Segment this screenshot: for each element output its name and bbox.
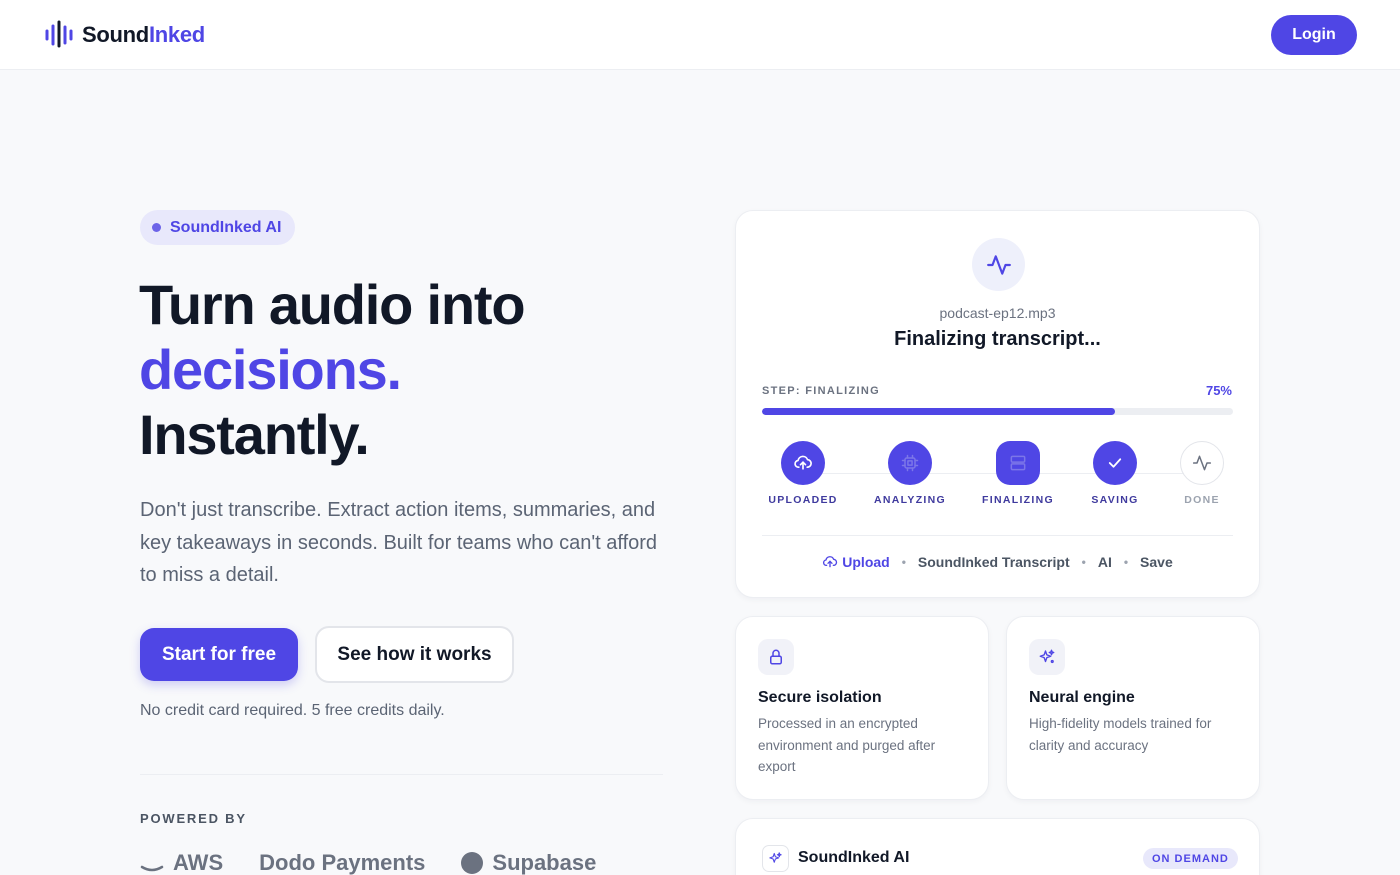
logo[interactable]: SoundInked bbox=[44, 20, 205, 50]
see-how-it-works-button[interactable]: See how it works bbox=[315, 626, 514, 683]
transcription-progress-card: podcast-ep12.mp3 Finalizing transcript..… bbox=[735, 210, 1260, 598]
partner-logos: AWS Dodo Payments Supabase bbox=[140, 850, 596, 875]
step-saving: SAVING bbox=[1070, 441, 1160, 506]
aws-smile-icon bbox=[140, 865, 164, 872]
step-analyzing-label: ANALYZING bbox=[874, 494, 946, 506]
step-label: STEP: FINALIZING bbox=[762, 385, 880, 397]
pipeline-breadcrumb: Upload • SoundInked Transcript • AI • Sa… bbox=[736, 554, 1259, 570]
feature-description: Processed in an encrypted environment an… bbox=[758, 716, 936, 774]
progress-percent: 75% bbox=[1205, 383, 1232, 398]
step-finalizing-label: FINALIZING bbox=[982, 494, 1054, 506]
partner-aws-label: AWS bbox=[173, 850, 224, 875]
partner-dodo: Dodo Payments bbox=[259, 850, 425, 875]
partner-supabase: Supabase bbox=[461, 850, 596, 875]
fine-print: No credit card required. 5 free credits … bbox=[140, 702, 445, 719]
headline-line-3: Instantly. bbox=[139, 403, 370, 466]
start-for-free-button[interactable]: Start for free bbox=[140, 628, 298, 681]
sparkles-icon bbox=[762, 845, 789, 872]
partner-supabase-label: Supabase bbox=[492, 850, 597, 875]
hero-headline: Turn audio into decisions. Instantly. bbox=[139, 272, 526, 467]
divider bbox=[140, 774, 663, 775]
progress-bar-fill bbox=[762, 408, 1116, 415]
pipeline-save: Save bbox=[1140, 554, 1173, 570]
pipeline-ai: AI bbox=[1097, 554, 1112, 570]
headline-line-1: Turn audio into bbox=[139, 273, 526, 336]
step-done: DONE bbox=[1157, 441, 1247, 506]
cloud-upload-icon bbox=[823, 556, 838, 568]
file-name: podcast-ep12.mp3 bbox=[939, 305, 1056, 321]
on-demand-badge: ON DEMAND bbox=[1143, 848, 1238, 869]
activity-icon bbox=[1180, 441, 1224, 485]
progress-bar bbox=[762, 408, 1233, 415]
headline-line-2: decisions. bbox=[139, 338, 402, 401]
step-analyzing: ANALYZING bbox=[865, 441, 955, 506]
partner-dodo-label: Dodo Payments bbox=[259, 850, 426, 875]
partner-aws: AWS bbox=[140, 850, 223, 875]
status-title: Finalizing transcript... bbox=[894, 328, 1101, 350]
check-icon bbox=[1093, 441, 1137, 485]
feature-description: High-fidelity models trained for clarity… bbox=[1029, 716, 1212, 753]
cloud-upload-icon bbox=[781, 441, 825, 485]
supabase-icon bbox=[461, 852, 484, 874]
feature-card-secure: Secure isolation Processed in an encrypt… bbox=[735, 616, 989, 800]
pipeline-transcript: SoundInked Transcript bbox=[917, 554, 1070, 570]
step-finalizing: FINALIZING bbox=[973, 441, 1063, 506]
cpu-icon bbox=[888, 441, 932, 485]
ai-card: SoundInked AI ON DEMAND bbox=[735, 818, 1260, 875]
waveform-icon bbox=[45, 20, 73, 48]
sparkles-icon bbox=[1029, 639, 1065, 675]
pipeline-upload: Upload bbox=[822, 554, 890, 570]
pipeline-separator: • bbox=[1123, 555, 1129, 569]
powered-by-label: POWERED BY bbox=[140, 811, 247, 826]
login-button[interactable]: Login bbox=[1271, 15, 1357, 55]
pipeline-separator: • bbox=[901, 555, 906, 569]
step-done-label: DONE bbox=[1184, 494, 1220, 506]
lock-icon bbox=[758, 639, 794, 675]
badge-label: SoundInked AI bbox=[170, 218, 282, 236]
feature-card-neural: Neural engine High-fidelity models train… bbox=[1006, 616, 1260, 800]
product-badge: SoundInked AI bbox=[140, 210, 296, 245]
ai-card-title: SoundInked AI bbox=[798, 849, 910, 866]
activity-icon bbox=[972, 238, 1025, 291]
pipeline-separator: • bbox=[1081, 555, 1086, 569]
badge-dot bbox=[152, 223, 161, 232]
step-uploaded-label: UPLOADED bbox=[768, 494, 838, 506]
step-uploaded: UPLOADED bbox=[758, 441, 848, 506]
feature-title: Secure isolation bbox=[758, 689, 882, 706]
pipeline-upload-label: Upload bbox=[842, 554, 890, 570]
card-divider bbox=[762, 535, 1233, 536]
top-nav: SoundInked Login bbox=[0, 0, 1400, 70]
feature-title: Neural engine bbox=[1029, 689, 1135, 706]
logo-text: SoundInked bbox=[82, 22, 205, 47]
step-saving-label: SAVING bbox=[1091, 494, 1139, 506]
hero-subtitle: Don't just transcribe. Extract action it… bbox=[140, 499, 658, 586]
server-icon bbox=[996, 441, 1040, 485]
